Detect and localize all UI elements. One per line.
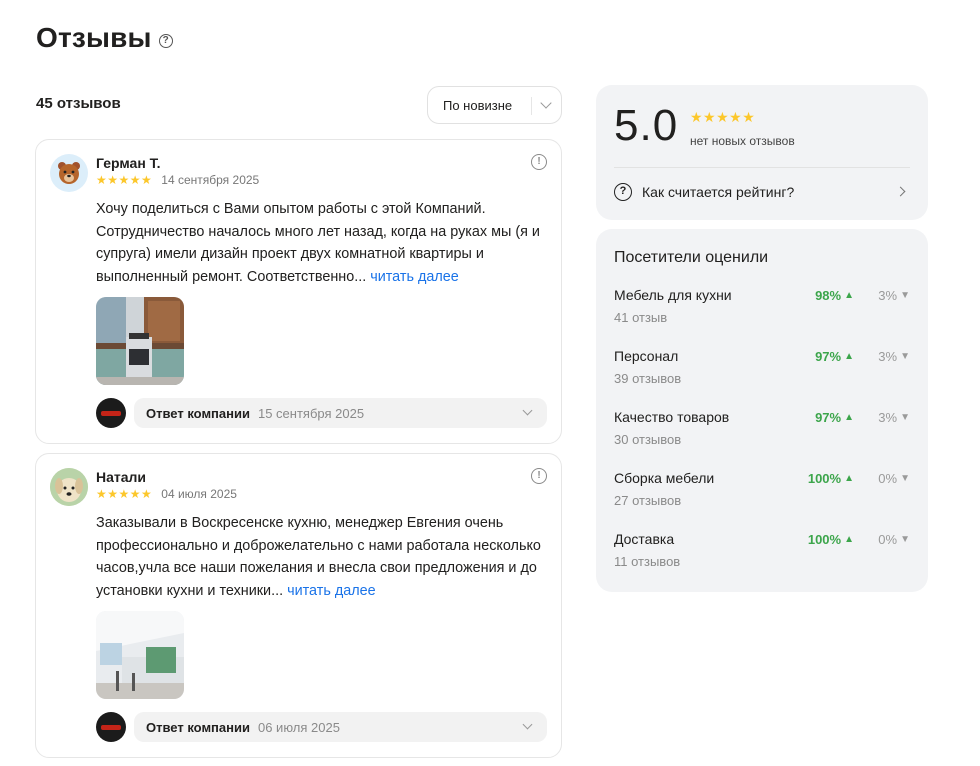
aspect-name: Сборка мебели [614,470,715,486]
aspect-negative: 0% ▼ [878,532,910,547]
question-icon: ? [614,183,632,201]
how-rating-link[interactable]: ? Как считается рейтинг? [614,183,910,201]
chevron-down-icon [540,97,552,109]
divider [614,167,910,168]
company-logo [96,398,126,428]
aspect-count: 39 отзывов [614,371,682,386]
read-more-link[interactable]: читать далее [287,583,376,599]
page-title: Отзывы [36,22,152,53]
thumb-up-icon: ▲ [844,351,854,362]
thumb-down-icon: ▼ [900,534,910,545]
review-stars: ★★★★★ [96,173,153,187]
aspect-count: 41 отзыв [614,310,668,325]
review-photo[interactable] [96,611,184,699]
aspect-name: Персонал [614,348,679,364]
review-date: 14 сентября 2025 [161,173,260,187]
thumb-down-icon: ▼ [900,412,910,423]
aspect-item[interactable]: Мебель для кухни 41 отзыв 98% ▲ 3% ▼ [614,287,910,331]
aspect-positive-value: 97% [815,410,842,425]
review-date: 04 июля 2025 [161,487,237,501]
company-answer-date: 06 июля 2025 [257,719,340,735]
thumb-down-icon: ▼ [900,351,910,362]
aspect-item[interactable]: Качество товаров 30 отзывов 97% ▲ 3% ▼ [614,409,910,453]
rating-value: 5.0 [614,101,679,150]
sort-divider [531,97,532,115]
aspect-item[interactable]: Сборка мебели 27 отзывов 100% ▲ 0% ▼ [614,470,910,514]
thumb-up-icon: ▲ [844,412,854,423]
dog-avatar-icon[interactable] [50,468,88,506]
aspect-positive: 97% ▲ [815,410,854,425]
aspect-name: Качество товаров [614,409,730,425]
aspect-positive: 100% ▲ [808,532,854,547]
aspect-positive-value: 100% [807,471,842,486]
read-more-link[interactable]: читать далее [370,269,459,285]
thumb-down-icon: ▼ [900,473,910,484]
aspect-positive-value: 97% [815,349,842,364]
aspect-negative: 3% ▼ [878,288,910,303]
aspect-positive-value: 98% [815,288,842,303]
aspect-negative-value: 0% [878,471,898,486]
aspect-negative-value: 3% [878,288,898,303]
chevron-down-icon [522,719,533,730]
rating-stars: ★★★★★ [690,109,756,125]
company-answer-date: 15 сентября 2025 [257,405,365,421]
report-icon[interactable]: ! [531,154,547,170]
review-author[interactable]: Герман Т. [96,155,161,171]
company-answer-toggle[interactable]: Ответ компании 15 сентября 2025 [134,398,547,428]
aspect-name: Мебель для кухни [614,287,732,303]
aspect-count: 27 отзывов [614,493,682,508]
review-card: Герман Т. ★★★★★ 14 сентября 2025 ! Хочу … [35,139,562,444]
reviews-count: 45 отзывов [36,95,121,112]
aspect-negative: 3% ▼ [878,410,910,425]
company-answer-toggle[interactable]: Ответ компании 06 июля 2025 [134,712,547,742]
aspect-count: 30 отзывов [614,432,682,447]
bear-avatar-icon[interactable] [50,154,88,192]
review-card: Натали ★★★★★ 04 июля 2025 ! Заказывали в… [35,453,562,758]
review-stars: ★★★★★ [96,487,153,501]
aspect-count: 11 отзывов [614,554,681,569]
aspect-positive: 98% ▲ [815,288,854,303]
company-logo-mark [101,724,121,730]
sort-select[interactable]: По новизне [427,86,562,124]
aspects-title: Посетители оценили [614,249,769,266]
rating-note: нет новых отзывов [690,134,795,148]
review-text: Хочу поделиться с Вами опытом работы с э… [96,198,551,288]
help-icon[interactable]: ? [158,34,173,48]
review-body: Хочу поделиться с Вами опытом работы с э… [96,201,540,285]
aspect-negative-value: 0% [878,532,898,547]
report-icon[interactable]: ! [531,468,547,484]
review-meta: ★★★★★ 04 июля 2025 [96,487,237,501]
company-logo-mark [101,410,121,416]
chevron-down-icon [522,405,533,416]
sort-selected-label: По новизне [443,97,513,113]
aspect-item[interactable]: Персонал 39 отзывов 97% ▲ 3% ▼ [614,348,910,392]
rating-summary: 5.0 ★★★★★ нет новых отзывов ? Как считае… [596,85,928,220]
aspect-item[interactable]: Доставка 11 отзывов 100% ▲ 0% ▼ [614,531,910,575]
thumb-up-icon: ▲ [844,290,854,301]
aspect-negative-value: 3% [878,349,898,364]
thumb-up-icon: ▲ [844,473,854,484]
thumb-up-icon: ▲ [844,534,854,545]
company-answer-label: Ответ компании [146,405,250,421]
chevron-right-icon [895,186,906,197]
aspects-panel: Посетители оценили Мебель для кухни 41 о… [596,229,928,592]
review-author[interactable]: Натали [96,469,146,485]
company-answer-label: Ответ компании [146,719,250,735]
aspect-positive-value: 100% [807,532,842,547]
thumb-down-icon: ▼ [900,290,910,301]
aspect-negative-value: 3% [878,410,898,425]
aspect-positive: 100% ▲ [808,471,854,486]
company-logo [96,712,126,742]
review-meta: ★★★★★ 14 сентября 2025 [96,173,259,187]
review-photo[interactable] [96,297,184,385]
page-header: Отзывы ? [36,22,173,54]
aspect-positive: 97% ▲ [815,349,854,364]
review-text: Заказывали в Воскресенске кухню, менедже… [96,512,551,602]
how-rating-label: Как считается рейтинг? [642,184,795,200]
aspect-name: Доставка [614,531,675,547]
aspect-negative: 0% ▼ [878,471,910,486]
aspect-negative: 3% ▼ [878,349,910,364]
